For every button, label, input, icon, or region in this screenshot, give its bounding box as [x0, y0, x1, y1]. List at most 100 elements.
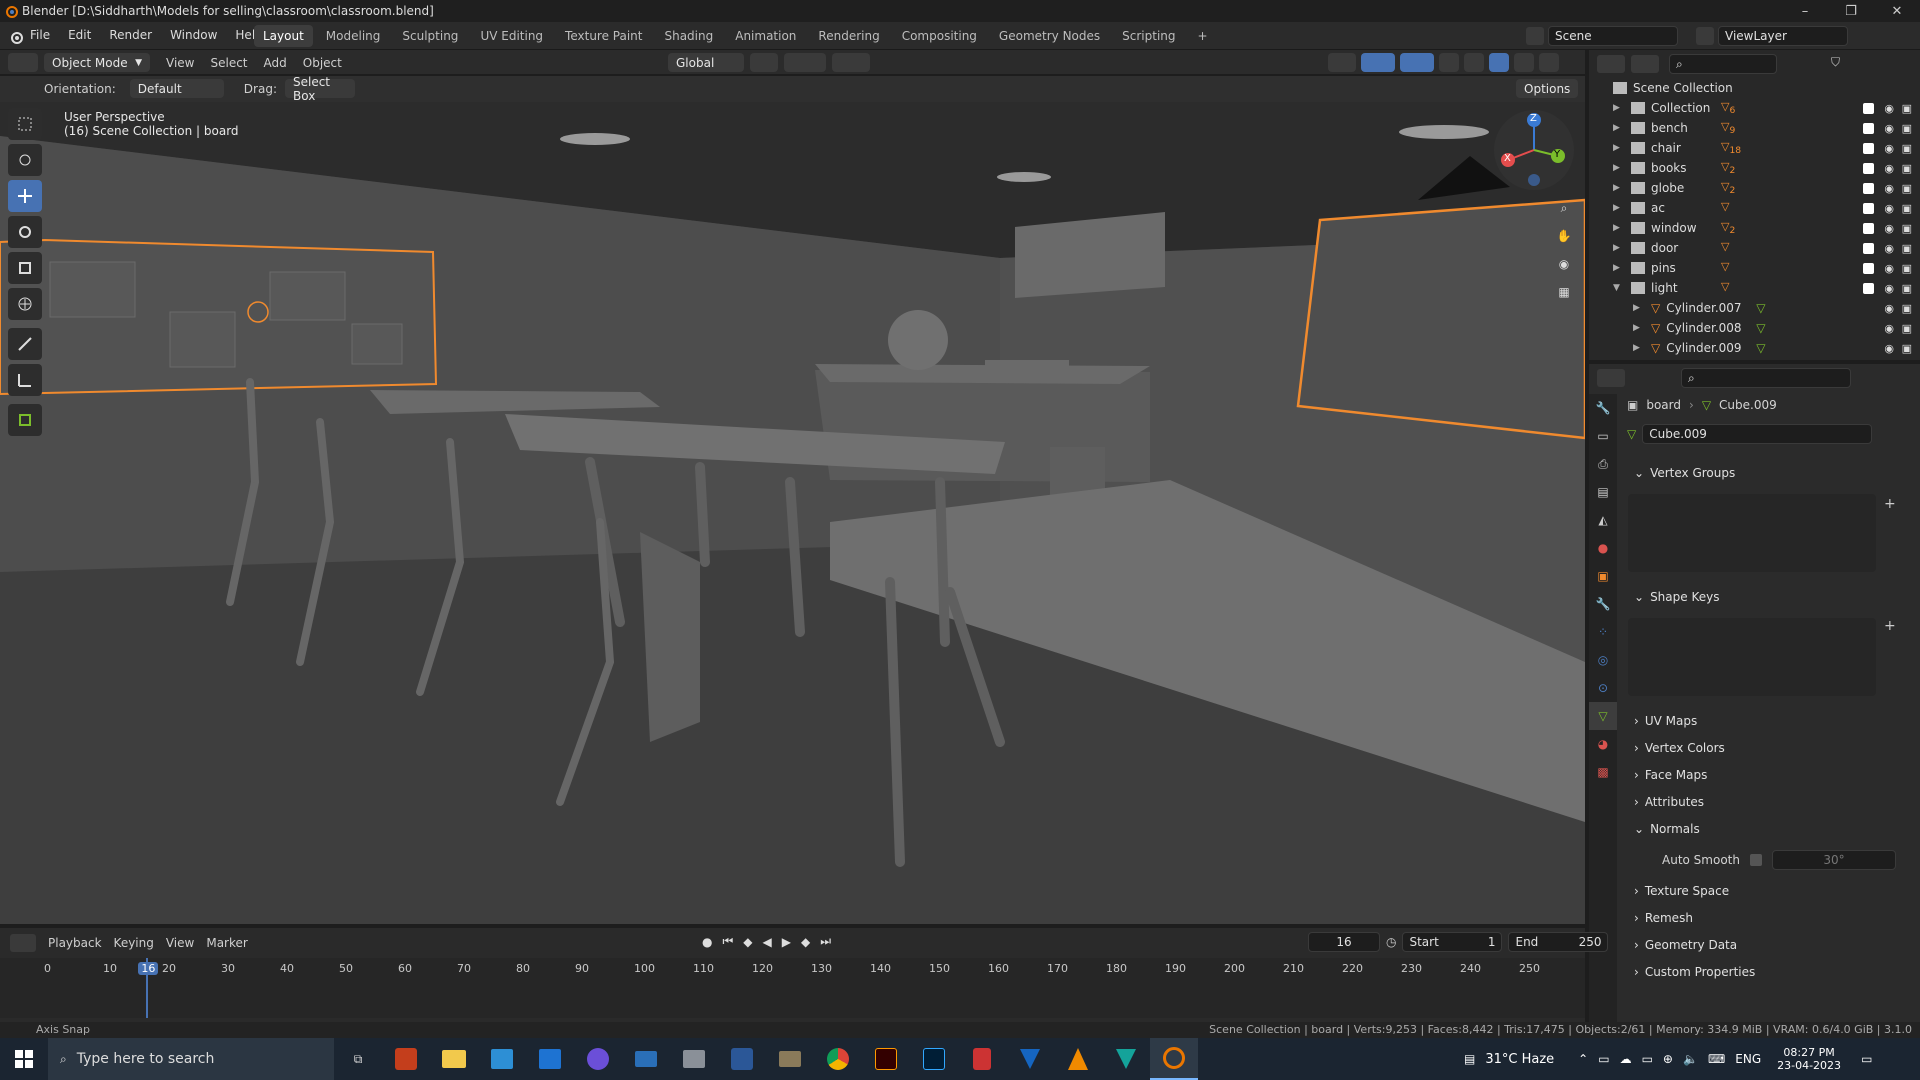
minimize-button[interactable]: – [1782, 0, 1828, 22]
eye-icon[interactable]: ◉ [1884, 162, 1894, 175]
media-app-icon[interactable] [574, 1038, 622, 1080]
tray-icon[interactable]: ▭ [1598, 1052, 1609, 1066]
view-layer-icon[interactable] [1696, 27, 1714, 45]
timeline-menu-view[interactable]: View [166, 936, 194, 950]
remesh-header[interactable]: › Remesh [1634, 911, 1693, 925]
record-icon[interactable]: ● [702, 935, 712, 949]
properties-search-input[interactable]: ⌕ [1681, 368, 1851, 388]
normals-header[interactable]: ⌄ Normals [1634, 822, 1700, 836]
outliner-row-globe[interactable]: ▶ globe ▽2 ◉ ▣ [1589, 178, 1920, 198]
transform-tool-icon[interactable] [8, 288, 42, 320]
navigation-gizmo[interactable]: Z X Y [1492, 108, 1576, 192]
tab-sculpting[interactable]: Sculpting [393, 25, 467, 47]
chevron-right-icon[interactable]: ▶ [1613, 123, 1625, 133]
modifier-tab-icon[interactable]: 🔧 [1589, 590, 1617, 618]
menu-file[interactable]: File [30, 28, 50, 42]
texture-space-header[interactable]: › Texture Space [1634, 884, 1729, 898]
vertex-groups-list[interactable] [1628, 494, 1876, 572]
chevron-right-icon[interactable]: ▶ [1633, 343, 1645, 353]
include-checkbox[interactable] [1863, 162, 1874, 174]
app-icon[interactable] [1102, 1038, 1150, 1080]
select-box-tool-icon[interactable] [8, 108, 42, 140]
scene-field[interactable]: Scene [1548, 26, 1678, 46]
menu-render[interactable]: Render [109, 28, 152, 42]
blender-menu-icon[interactable] [8, 29, 24, 45]
end-frame-field[interactable]: End 250 [1508, 932, 1609, 952]
app-icon[interactable] [670, 1038, 718, 1080]
geometry-data-header[interactable]: › Geometry Data [1634, 938, 1737, 952]
include-checkbox[interactable] [1863, 222, 1874, 234]
volume-icon[interactable]: 🔈 [1683, 1052, 1698, 1066]
tab-scripting[interactable]: Scripting [1113, 25, 1184, 47]
outliner-row-bench[interactable]: ▶ bench ▽9 ◉ ▣ [1589, 118, 1920, 138]
render-camera-icon[interactable]: ▣ [1902, 302, 1912, 315]
outliner-row-cylinder-009[interactable]: ▶ ▽ Cylinder.009 ▽ ◉ ▣ [1589, 338, 1920, 358]
outliner-row-window[interactable]: ▶ window ▽2 ◉ ▣ [1589, 218, 1920, 238]
keyboard-icon[interactable]: ⌨ [1708, 1052, 1725, 1066]
object-tab-icon[interactable]: ▣ [1589, 562, 1617, 590]
word-app-icon[interactable] [718, 1038, 766, 1080]
outliner-row-cylinder-008[interactable]: ▶ ▽ Cylinder.008 ▽ ◉ ▣ [1589, 318, 1920, 338]
wireframe-shading-icon[interactable] [1464, 53, 1484, 72]
pan-hand-icon[interactable]: ✋ [1550, 222, 1578, 250]
close-button[interactable]: ✕ [1874, 0, 1920, 22]
task-view-icon[interactable]: ⧉ [334, 1038, 382, 1080]
data-tab-icon[interactable]: ▽ [1589, 702, 1617, 730]
timeline-menu-marker[interactable]: Marker [206, 936, 247, 950]
particles-tab-icon[interactable]: ⁘ [1589, 618, 1617, 646]
app-icon[interactable] [622, 1038, 670, 1080]
render-tab-icon[interactable]: ▭ [1589, 422, 1617, 450]
material-shading-icon[interactable] [1514, 53, 1534, 72]
outliner-row-ac[interactable]: ▶ ac ▽ ◉ ▣ [1589, 198, 1920, 218]
chevron-right-icon[interactable]: ▶ [1613, 223, 1625, 233]
include-checkbox[interactable] [1863, 122, 1874, 134]
eye-icon[interactable]: ◉ [1884, 282, 1894, 295]
outliner-row-collection[interactable]: ▶ Collection ▽6 ◉ ▣ [1589, 98, 1920, 118]
pivot-icon[interactable] [750, 53, 778, 72]
scene-tab-icon[interactable]: ◭ [1589, 506, 1617, 534]
widget-app-icon[interactable] [478, 1038, 526, 1080]
measure-tool-icon[interactable] [8, 364, 42, 396]
blender-app-icon[interactable] [1150, 1038, 1198, 1080]
orientation-dropdown[interactable]: Default [129, 79, 224, 98]
constraints-tab-icon[interactable]: ⊙ [1589, 674, 1617, 702]
3d-viewport[interactable]: User Perspective (16) Scene Collection |… [0, 102, 1585, 924]
texture-tab-icon[interactable]: ▩ [1589, 758, 1617, 786]
language-indicator[interactable]: ENG [1735, 1052, 1761, 1066]
tab-animation[interactable]: Animation [726, 25, 805, 47]
timeline-editor-icon[interactable] [10, 934, 36, 952]
vlc-app-icon[interactable] [1054, 1038, 1102, 1080]
tab-texture-paint[interactable]: Texture Paint [556, 25, 651, 47]
chevron-right-icon[interactable]: ▶ [1613, 183, 1625, 193]
app-icon[interactable] [1006, 1038, 1054, 1080]
render-camera-icon[interactable]: ▣ [1902, 322, 1912, 335]
chevron-right-icon[interactable]: ▶ [1613, 103, 1625, 113]
chevron-right-icon[interactable]: ▶ [1613, 143, 1625, 153]
store-app-icon[interactable] [526, 1038, 574, 1080]
photoshop-app-icon[interactable] [910, 1038, 958, 1080]
eye-icon[interactable]: ◉ [1884, 322, 1894, 335]
add-cube-tool-icon[interactable] [8, 404, 42, 436]
xray-icon[interactable] [1439, 53, 1459, 72]
annotate-tool-icon[interactable] [8, 328, 42, 360]
globe-icon[interactable]: ⊕ [1663, 1052, 1673, 1066]
include-checkbox[interactable] [1863, 242, 1874, 254]
maximize-button[interactable]: ❐ [1828, 0, 1874, 22]
chevron-right-icon[interactable]: ▶ [1613, 243, 1625, 253]
chevron-right-icon[interactable]: ▶ [1613, 203, 1625, 213]
include-checkbox[interactable] [1863, 102, 1874, 114]
chevron-up-icon[interactable]: ⌃ [1578, 1052, 1588, 1066]
custom-properties-header[interactable]: › Custom Properties [1634, 965, 1755, 979]
add-vertex-group-button[interactable]: + [1884, 496, 1904, 512]
jump-start-icon[interactable]: ⏮ [722, 934, 733, 949]
outliner-row-books[interactable]: ▶ books ▽2 ◉ ▣ [1589, 158, 1920, 178]
current-frame-field[interactable]: 16 [1308, 932, 1380, 952]
cursor-tool-icon[interactable] [8, 144, 42, 176]
eye-icon[interactable]: ◉ [1884, 242, 1894, 255]
tool-tab-icon[interactable]: 🔧 [1589, 394, 1617, 422]
eye-icon[interactable]: ◉ [1884, 342, 1894, 355]
rotate-tool-icon[interactable] [8, 216, 42, 248]
timeline-menu-keying[interactable]: Keying [114, 936, 154, 950]
viewport-menu-add[interactable]: Add [264, 56, 287, 70]
render-camera-icon[interactable]: ▣ [1902, 262, 1912, 275]
